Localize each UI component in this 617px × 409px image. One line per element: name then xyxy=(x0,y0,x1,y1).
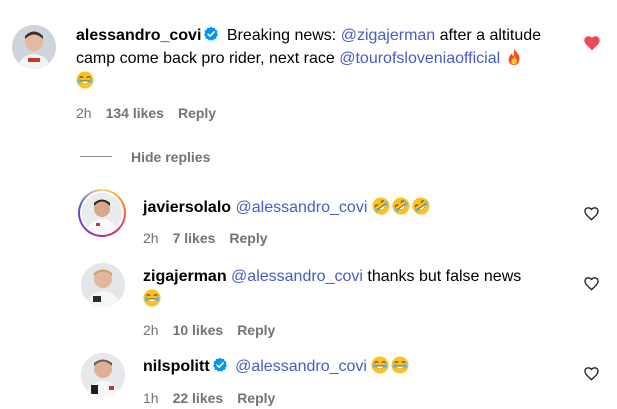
story-ring[interactable] xyxy=(78,189,126,237)
reply-2-line-2 xyxy=(143,288,163,312)
likes-count[interactable]: 7 likes xyxy=(173,230,216,246)
joy-emoji xyxy=(143,289,161,307)
likes-count[interactable]: 10 likes xyxy=(173,322,224,338)
reply-username[interactable]: zigajerman xyxy=(143,268,227,285)
comment-time: 2h xyxy=(143,322,159,338)
avatar-javiersolalo[interactable] xyxy=(82,193,122,233)
reply-button[interactable]: Reply xyxy=(229,230,267,246)
reply-button[interactable]: Reply xyxy=(237,322,275,338)
comment-text: camp come back pro rider, next race xyxy=(76,50,335,67)
comment-username[interactable]: alessandro_covi xyxy=(76,27,201,44)
comment-time: 2h xyxy=(76,105,92,121)
mention-link[interactable]: @tourofsloveniaofficial xyxy=(339,50,500,67)
main-comment-meta: 2h 134 likes Reply xyxy=(76,105,230,121)
reply-button[interactable]: Reply xyxy=(178,105,216,121)
rofl-emoji xyxy=(392,197,410,215)
hide-replies-button[interactable]: Hide replies xyxy=(131,149,210,165)
avatar-alessandro-covi[interactable] xyxy=(12,25,56,69)
heart-outline-icon[interactable] xyxy=(584,277,599,291)
joy-emoji xyxy=(371,356,389,374)
mention-link[interactable]: @zigajerman xyxy=(341,27,436,44)
joy-emoji xyxy=(76,71,94,89)
fire-emoji xyxy=(505,48,523,66)
main-comment-line-2: camp come back pro rider, next race @tou… xyxy=(76,47,525,71)
reply-username[interactable]: javiersolalo xyxy=(143,199,231,216)
likes-count[interactable]: 22 likes xyxy=(173,390,224,406)
reply-3-meta: 1h 22 likes Reply xyxy=(143,390,289,406)
reply-3-line-1: nilspolitt @alessandro_covi xyxy=(143,355,411,379)
reply-text: thanks but false news xyxy=(367,268,522,285)
rofl-emoji xyxy=(412,197,430,215)
rofl-emoji xyxy=(372,197,390,215)
reply-2-line-1: zigajerman @alessandro_covi thanks but f… xyxy=(143,265,521,289)
verified-badge-icon xyxy=(212,357,228,373)
heart-outline-icon[interactable] xyxy=(584,367,599,381)
heart-outline-icon[interactable] xyxy=(584,207,599,221)
main-comment-line-3 xyxy=(76,70,96,94)
reply-2-meta: 2h 10 likes Reply xyxy=(143,322,289,338)
verified-badge-icon xyxy=(203,26,219,42)
avatar-zigajerman[interactable] xyxy=(81,263,125,307)
comment-text: Breaking news: xyxy=(226,27,337,44)
reply-button[interactable]: Reply xyxy=(237,390,275,406)
joy-emoji xyxy=(391,356,409,374)
mention-link[interactable]: @alessandro_covi xyxy=(236,199,368,216)
avatar-nilspolitt[interactable] xyxy=(81,353,125,397)
reply-1-meta: 2h 7 likes Reply xyxy=(143,230,282,246)
heart-filled-icon[interactable] xyxy=(584,36,600,51)
comment-time: 2h xyxy=(143,230,159,246)
comment-text: after a altitude xyxy=(439,27,542,44)
reply-username[interactable]: nilspolitt xyxy=(143,358,210,375)
likes-count[interactable]: 134 likes xyxy=(106,105,164,121)
mention-link[interactable]: @alessandro_covi xyxy=(231,268,363,285)
mention-link[interactable]: @alessandro_covi xyxy=(235,358,367,375)
reply-1-line-1: javiersolalo @alessandro_covi xyxy=(143,196,432,220)
comment-time: 1h xyxy=(143,390,159,406)
main-comment-line-1: alessandro_covi Breaking news: @zigajerm… xyxy=(76,24,541,48)
hide-replies-divider xyxy=(80,156,112,157)
